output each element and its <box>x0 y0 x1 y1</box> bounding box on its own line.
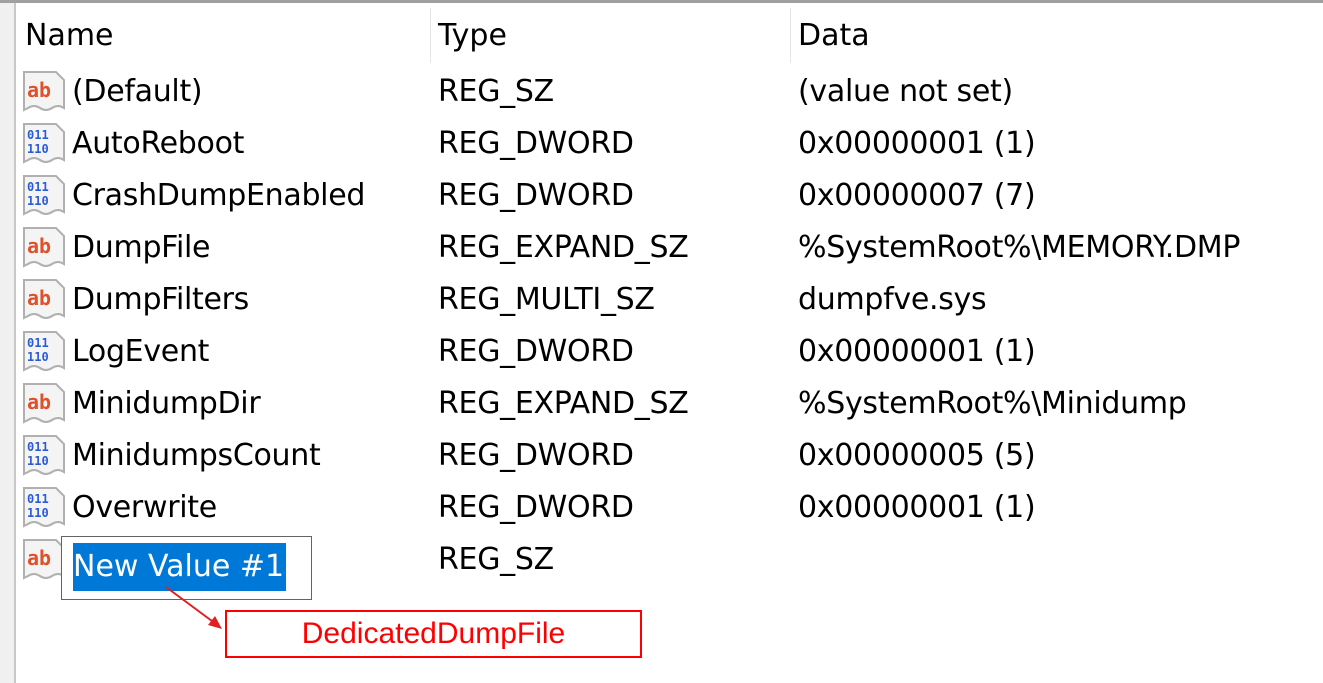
annotation-arrow <box>165 586 222 629</box>
annotation-label: DedicatedDumpFile <box>225 610 642 658</box>
